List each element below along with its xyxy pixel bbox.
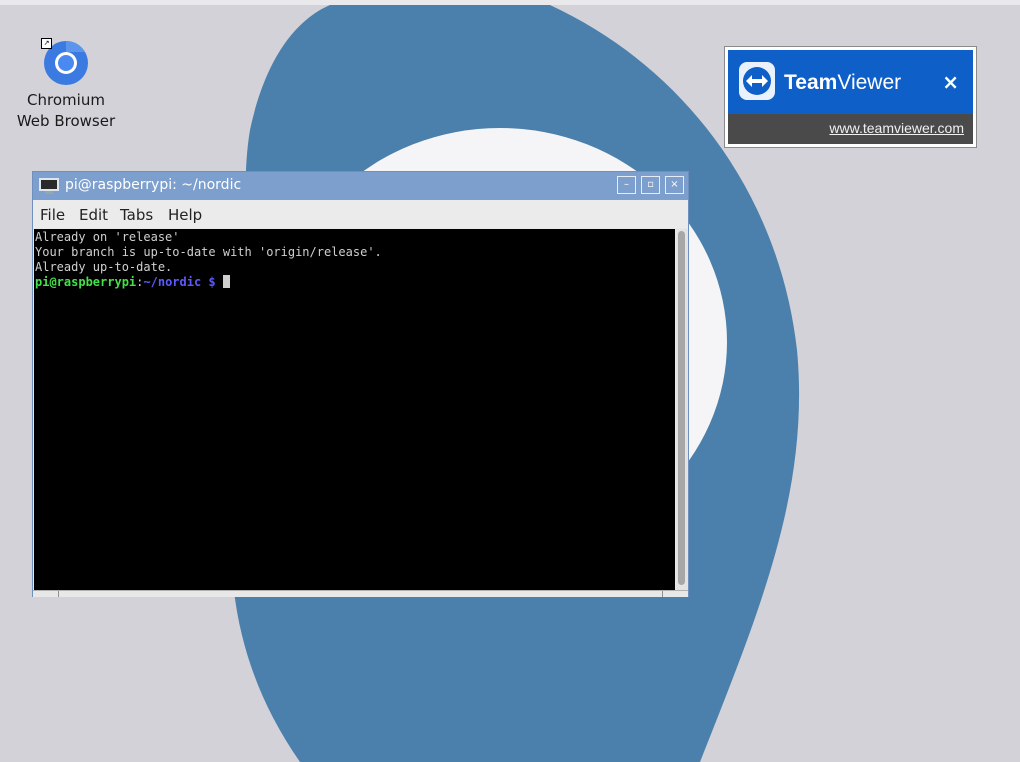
teamviewer-popup: TeamViewer × www.teamviewer.com bbox=[724, 46, 977, 148]
teamviewer-brand-bold: Team bbox=[784, 71, 838, 94]
terminal-output-area[interactable]: Already on 'release' Your branch is up-t… bbox=[34, 229, 675, 590]
teamviewer-close-button[interactable]: × bbox=[942, 70, 959, 94]
desktop-icon-chromium[interactable]: ↗ Chromium Web Browser bbox=[14, 38, 118, 132]
menu-tabs[interactable]: Tabs bbox=[120, 206, 153, 224]
teamviewer-header: TeamViewer × bbox=[728, 50, 973, 114]
terminal-window: pi@raspberrypi: ~/nordic – ▫ × File Edit… bbox=[32, 171, 689, 597]
terminal-scrollbar[interactable] bbox=[676, 229, 688, 590]
desktop-icon-label-line2: Web Browser bbox=[16, 112, 116, 130]
terminal-title: pi@raspberrypi: ~/nordic bbox=[65, 177, 242, 193]
teamviewer-logo-icon bbox=[739, 62, 775, 100]
terminal-app-icon bbox=[39, 178, 59, 194]
prompt-user-host: pi@raspberrypi bbox=[35, 275, 137, 289]
menu-help[interactable]: Help bbox=[168, 206, 202, 224]
terminal-output-line: Already up-to-date. bbox=[35, 260, 173, 274]
teamviewer-brand-rest: Viewer bbox=[837, 71, 902, 94]
shortcut-arrow-icon: ↗ bbox=[41, 38, 52, 49]
terminal-output-line: Already on 'release' bbox=[35, 230, 180, 244]
prompt-path: ~/nordic bbox=[143, 275, 202, 289]
maximize-button[interactable]: ▫ bbox=[641, 176, 660, 194]
teamviewer-link[interactable]: www.teamviewer.com bbox=[829, 120, 964, 136]
terminal-bottom-edge bbox=[33, 590, 688, 597]
terminal-output-line: Your branch is up-to-date with 'origin/r… bbox=[35, 245, 382, 259]
teamviewer-footer: www.teamviewer.com bbox=[728, 114, 973, 144]
scrollbar-thumb[interactable] bbox=[678, 231, 685, 585]
terminal-cursor bbox=[222, 275, 230, 288]
close-button[interactable]: × bbox=[665, 176, 684, 194]
menu-edit[interactable]: Edit bbox=[79, 206, 108, 224]
menu-file[interactable]: File bbox=[40, 206, 65, 224]
desktop-icon-label-line1: Chromium bbox=[27, 91, 105, 109]
prompt-symbol: $ bbox=[201, 275, 216, 289]
minimize-button[interactable]: – bbox=[617, 176, 636, 194]
bottom-divider bbox=[58, 591, 59, 597]
terminal-titlebar[interactable]: pi@raspberrypi: ~/nordic – ▫ × bbox=[33, 172, 688, 200]
terminal-menubar: File Edit Tabs Help bbox=[33, 200, 688, 228]
bottom-divider bbox=[662, 591, 663, 597]
teamviewer-title: TeamViewer bbox=[784, 71, 901, 95]
